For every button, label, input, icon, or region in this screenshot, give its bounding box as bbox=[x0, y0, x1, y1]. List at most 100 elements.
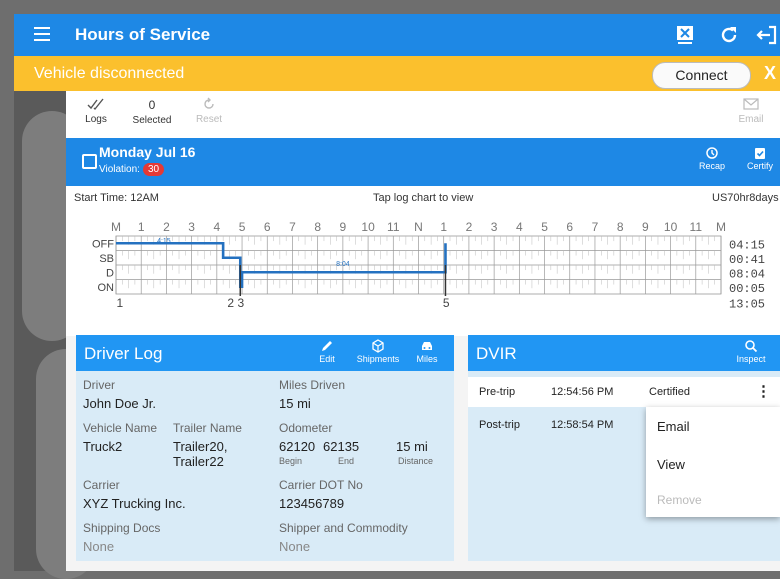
chart-hour-label: 8 bbox=[617, 220, 624, 234]
odometer-label: Odometer bbox=[279, 421, 333, 435]
dvir-title: DVIR bbox=[476, 344, 517, 363]
menu-item-email[interactable]: Email bbox=[657, 419, 690, 434]
chart-hour-label: 6 bbox=[566, 220, 573, 234]
chart-event-number: 1 bbox=[116, 296, 123, 310]
driver-log-title: Driver Log bbox=[84, 344, 163, 363]
more-vert-icon[interactable]: ⋮ bbox=[756, 382, 771, 400]
driver-log-header: Driver Log Edit Shipments Miles bbox=[76, 335, 454, 371]
clipboard-check-icon bbox=[755, 148, 765, 159]
pencil-icon bbox=[322, 341, 332, 351]
odometer-distance: 15 mi bbox=[396, 439, 428, 454]
miles-label: Miles bbox=[416, 354, 438, 364]
chart-segment-label: 8:04 bbox=[336, 261, 350, 268]
carrier-dot-label: Carrier DOT No bbox=[279, 478, 363, 492]
dvir-row[interactable]: Pre-trip 12:54:56 PM Certified ⋮ bbox=[468, 377, 780, 407]
chart-hour-label: 9 bbox=[642, 220, 649, 234]
chart-row-total: 00:41 bbox=[729, 253, 765, 267]
trailer-name-label: Trailer Name bbox=[173, 421, 242, 435]
edit-label: Edit bbox=[319, 354, 335, 364]
search-icon bbox=[745, 340, 758, 353]
inspect-label: Inspect bbox=[736, 354, 766, 364]
chart-row-total: 08:04 bbox=[729, 268, 765, 282]
dvir-time: 12:58:54 PM bbox=[551, 419, 614, 431]
dvir-time: 12:54:56 PM bbox=[551, 386, 614, 398]
edit-button[interactable]: Edit bbox=[312, 339, 342, 364]
banner-close-button[interactable]: X bbox=[764, 63, 776, 84]
menu-item-view[interactable]: View bbox=[657, 457, 685, 472]
banner-message: Vehicle disconnected bbox=[34, 65, 185, 82]
connect-button[interactable]: Connect bbox=[652, 62, 751, 89]
inspect-button[interactable]: Inspect bbox=[733, 339, 769, 364]
chart-hour-label: 4 bbox=[213, 220, 220, 234]
email-label: Email bbox=[738, 114, 764, 125]
log-toolbar: Logs 0 Selected Reset Email bbox=[66, 91, 780, 138]
chart-row-label: ON bbox=[98, 282, 115, 294]
logout-icon[interactable] bbox=[755, 23, 779, 47]
selected-counter: 0 Selected bbox=[132, 98, 172, 126]
chart-row-label: D bbox=[106, 268, 114, 280]
chart-hour-label: 7 bbox=[289, 220, 296, 234]
chart-hour-label: 5 bbox=[239, 220, 246, 234]
odometer-begin-label: Begin bbox=[279, 456, 303, 466]
carrier-label: Carrier bbox=[83, 478, 120, 492]
history-icon bbox=[706, 147, 718, 159]
chart-hour-label: 11 bbox=[387, 220, 400, 234]
chart-hour-label: 5 bbox=[541, 220, 548, 234]
double-check-icon bbox=[87, 98, 104, 111]
day-select-checkbox[interactable] bbox=[82, 154, 97, 169]
carrier-value: XYZ Trucking Inc. bbox=[83, 496, 186, 511]
log-chart-area[interactable]: Start Time: 12AM Tap log chart to view U… bbox=[66, 186, 780, 336]
driver-value: John Doe Jr. bbox=[83, 396, 156, 411]
dvir-header: DVIR Inspect bbox=[468, 335, 780, 371]
chart-event-number: 3 bbox=[237, 296, 244, 310]
logs-button[interactable]: Logs bbox=[84, 97, 108, 125]
export-icon[interactable] bbox=[673, 23, 697, 47]
shipments-button[interactable]: Shipments bbox=[352, 339, 404, 364]
chart-hour-label: 2 bbox=[163, 220, 170, 234]
menu-item-remove[interactable]: Remove bbox=[657, 493, 702, 507]
log-chart[interactable]: M 1 2 3 4 5 6 7 8 9 10 11 N 1 2 3 4 5 6 7 8 9 10 11 MOFFSBDON04:… bbox=[66, 186, 780, 336]
chart-grand-total: 13:05 bbox=[729, 298, 765, 312]
reset-label: Reset bbox=[195, 114, 223, 125]
chart-hour-label: 4 bbox=[516, 220, 523, 234]
email-icon bbox=[743, 98, 759, 110]
recap-button[interactable]: Recap bbox=[697, 146, 727, 171]
disconnected-banner: Vehicle disconnected Connect X bbox=[14, 56, 780, 91]
violation-info: Violation: 30 bbox=[99, 163, 165, 176]
violation-label: Violation: bbox=[99, 164, 140, 175]
odometer-distance-label: Distance bbox=[398, 456, 434, 466]
chart-hour-label: M bbox=[716, 220, 726, 234]
odometer-begin: 62120 bbox=[279, 439, 316, 454]
miles-button[interactable]: Miles bbox=[412, 339, 442, 364]
menu-icon[interactable] bbox=[34, 27, 50, 41]
odometer-end: 62135 bbox=[323, 439, 360, 454]
reset-button[interactable]: Reset bbox=[194, 97, 224, 125]
car-icon bbox=[422, 342, 432, 350]
dvir-type: Pre-trip bbox=[479, 386, 516, 398]
app-bar: Hours of Service bbox=[14, 14, 780, 56]
shipping-docs-value: None bbox=[83, 539, 115, 554]
selected-label: Selected bbox=[132, 115, 172, 126]
chart-event-number: 2 bbox=[227, 296, 234, 310]
certify-button[interactable]: Certify bbox=[743, 146, 777, 171]
chart-hour-label: N bbox=[414, 220, 423, 234]
certify-label: Certify bbox=[746, 161, 773, 171]
trailer-value-1: Trailer20, bbox=[173, 439, 228, 454]
package-icon bbox=[372, 339, 384, 353]
trailer-value-2: Trailer22 bbox=[173, 454, 224, 469]
violation-count-badge: 30 bbox=[142, 163, 165, 176]
chart-hour-label: 10 bbox=[664, 220, 678, 234]
refresh-icon[interactable] bbox=[717, 23, 741, 47]
shipping-docs-label: Shipping Docs bbox=[83, 521, 161, 535]
chart-hour-label: 3 bbox=[188, 220, 195, 234]
chart-hour-label: 11 bbox=[690, 220, 703, 234]
logs-label: Logs bbox=[85, 114, 107, 125]
dvir-status: Certified bbox=[649, 386, 690, 398]
recap-label: Recap bbox=[698, 161, 725, 171]
email-button[interactable]: Email bbox=[736, 97, 766, 125]
chart-hour-label: M bbox=[111, 220, 121, 234]
reset-icon bbox=[204, 97, 214, 109]
chart-hour-label: 8 bbox=[314, 220, 321, 234]
chart-hour-label: 2 bbox=[466, 220, 473, 234]
log-date: Monday Jul 16 bbox=[99, 144, 196, 160]
